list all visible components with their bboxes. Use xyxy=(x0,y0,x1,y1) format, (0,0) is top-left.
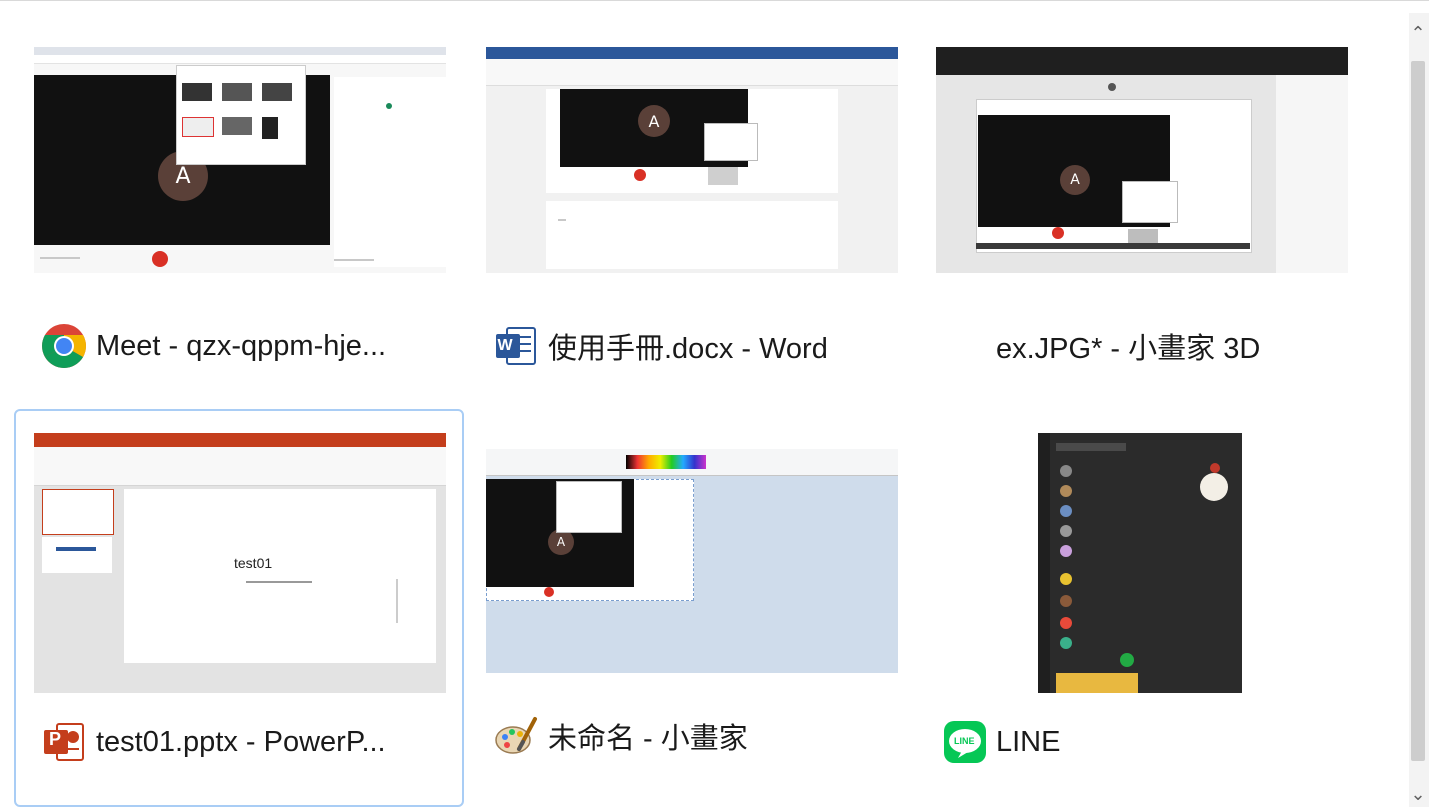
window-title: LINE xyxy=(996,725,1061,758)
window-title: ex.JPG* - 小畫家 3D xyxy=(996,333,1261,365)
window-title: 使用手冊.docx - Word xyxy=(548,333,828,365)
scroll-down-arrow-icon[interactable]: ⌄ xyxy=(1409,782,1427,806)
window-thumbnail xyxy=(1038,433,1242,693)
window-thumbnail: A xyxy=(936,47,1348,273)
window-thumbnail: A xyxy=(34,47,446,273)
window-title: test01.pptx - PowerP... xyxy=(96,725,386,758)
slide-title: test01 xyxy=(234,555,273,571)
powerpoint-icon: P xyxy=(40,718,88,766)
window-caption: ex.JPG* - 小畫家 3D xyxy=(996,321,1260,371)
window-tile-paint[interactable]: A 未命名 - 小畫家 xyxy=(466,409,916,799)
window-caption: LINE LINE xyxy=(942,717,1060,767)
window-switcher: A Meet - qzx-qppm-hje... A W 使用手冊.docx -… xyxy=(0,0,1429,807)
window-tile-powerpoint[interactable]: test01 P test01.pptx - PowerP... xyxy=(14,409,464,807)
line-icon: LINE xyxy=(942,719,988,765)
window-thumbnail: A xyxy=(486,47,898,273)
window-thumbnail: test01 xyxy=(34,433,446,693)
window-tile-line[interactable]: LINE LINE xyxy=(918,409,1368,799)
window-caption: Meet - qzx-qppm-hje... xyxy=(40,321,386,371)
window-caption: P test01.pptx - PowerP... xyxy=(40,717,386,767)
window-tile-paint3d[interactable]: A ex.JPG* - 小畫家 3D xyxy=(918,19,1368,409)
chrome-icon xyxy=(40,322,88,370)
window-title: 未命名 - 小畫家 xyxy=(548,723,748,755)
paint-icon xyxy=(492,712,540,760)
vertical-scrollbar[interactable]: ⌃ ⌄ xyxy=(1409,13,1429,807)
window-caption: 未命名 - 小畫家 xyxy=(492,711,748,761)
window-title: Meet - qzx-qppm-hje... xyxy=(96,329,387,362)
participant-avatar: A xyxy=(1060,165,1090,195)
scroll-up-arrow-icon[interactable]: ⌃ xyxy=(1409,21,1427,45)
window-tile-word[interactable]: A W 使用手冊.docx - Word xyxy=(466,19,916,409)
window-caption: W 使用手冊.docx - Word xyxy=(492,321,828,371)
participant-avatar: A xyxy=(638,105,670,137)
scrollbar-thumb[interactable] xyxy=(1411,61,1425,761)
window-thumbnail: A xyxy=(486,449,898,673)
word-icon: W xyxy=(492,322,540,370)
window-tile-chrome-meet[interactable]: A Meet - qzx-qppm-hje... xyxy=(14,19,464,409)
